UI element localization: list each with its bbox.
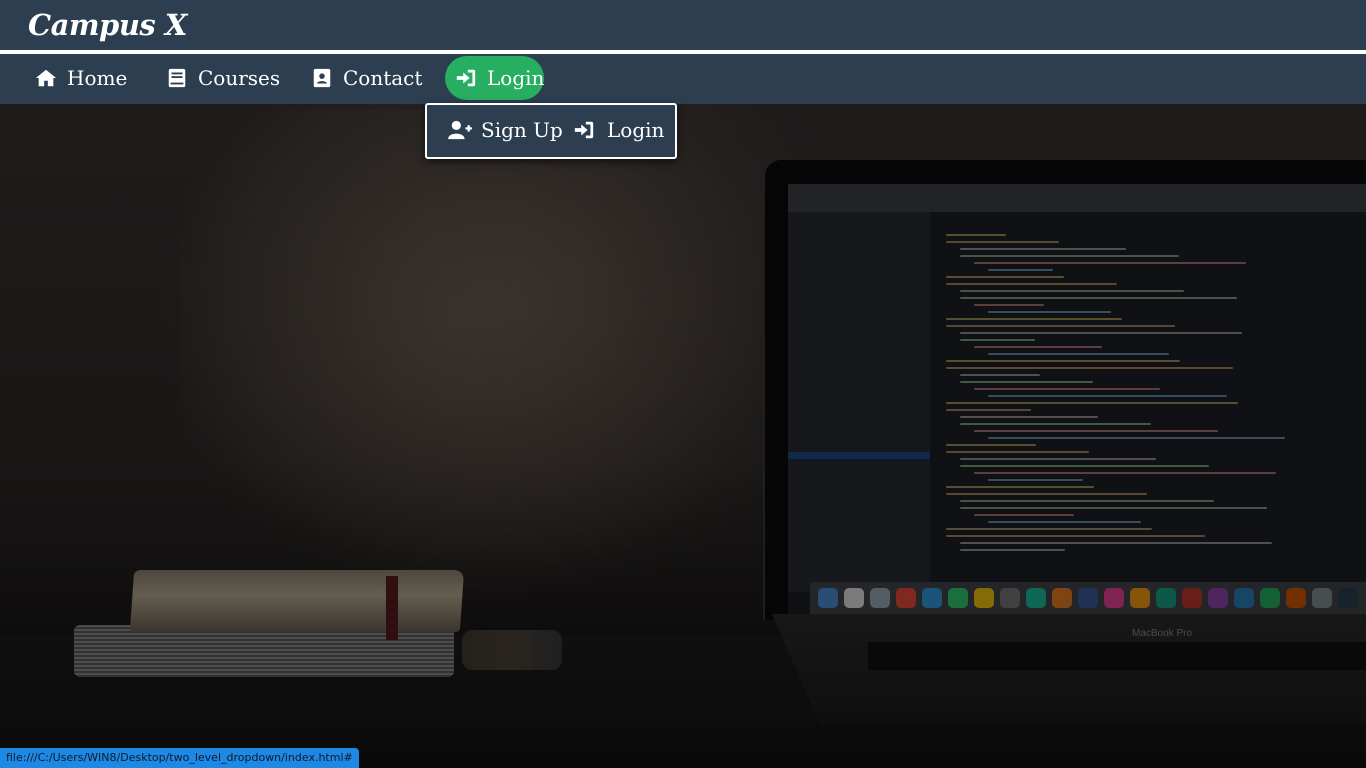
- book-icon: [166, 67, 188, 89]
- nav-item-home[interactable]: Home: [35, 56, 127, 100]
- status-bar-url: file:///C:/Users/WIN8/Desktop/two_level_…: [0, 748, 359, 768]
- nav-item-label: Login: [487, 66, 545, 90]
- dropdown-item-sign-up[interactable]: Sign Up: [447, 115, 563, 145]
- sign-in-icon: [573, 119, 599, 141]
- nav-item-login[interactable]: Login: [445, 56, 544, 100]
- site-logo[interactable]: Campus X: [28, 8, 187, 42]
- main-nav: Home Courses Contact Login: [0, 54, 1366, 104]
- dropdown-item-label: Sign Up: [481, 118, 563, 142]
- dropdown-item-label: Login: [607, 118, 665, 142]
- dropdown-item-login[interactable]: Login: [573, 115, 664, 145]
- home-icon: [35, 67, 57, 89]
- nav-item-courses[interactable]: Courses: [166, 56, 280, 100]
- nav-item-label: Contact: [343, 66, 423, 90]
- sign-in-icon: [455, 67, 477, 89]
- background-photo: MacBook Pro: [0, 0, 1366, 768]
- user-plus-icon: [447, 119, 473, 141]
- nav-item-label: Courses: [198, 66, 281, 90]
- nav-item-contact[interactable]: Contact: [311, 56, 422, 100]
- nav-item-label: Home: [67, 66, 128, 90]
- site-header: Campus X Home Courses Contact Login: [0, 0, 1366, 104]
- background-dim-overlay: [0, 0, 1366, 768]
- login-dropdown-menu: Sign Up Login: [425, 103, 677, 159]
- contact-card-icon: [311, 67, 333, 89]
